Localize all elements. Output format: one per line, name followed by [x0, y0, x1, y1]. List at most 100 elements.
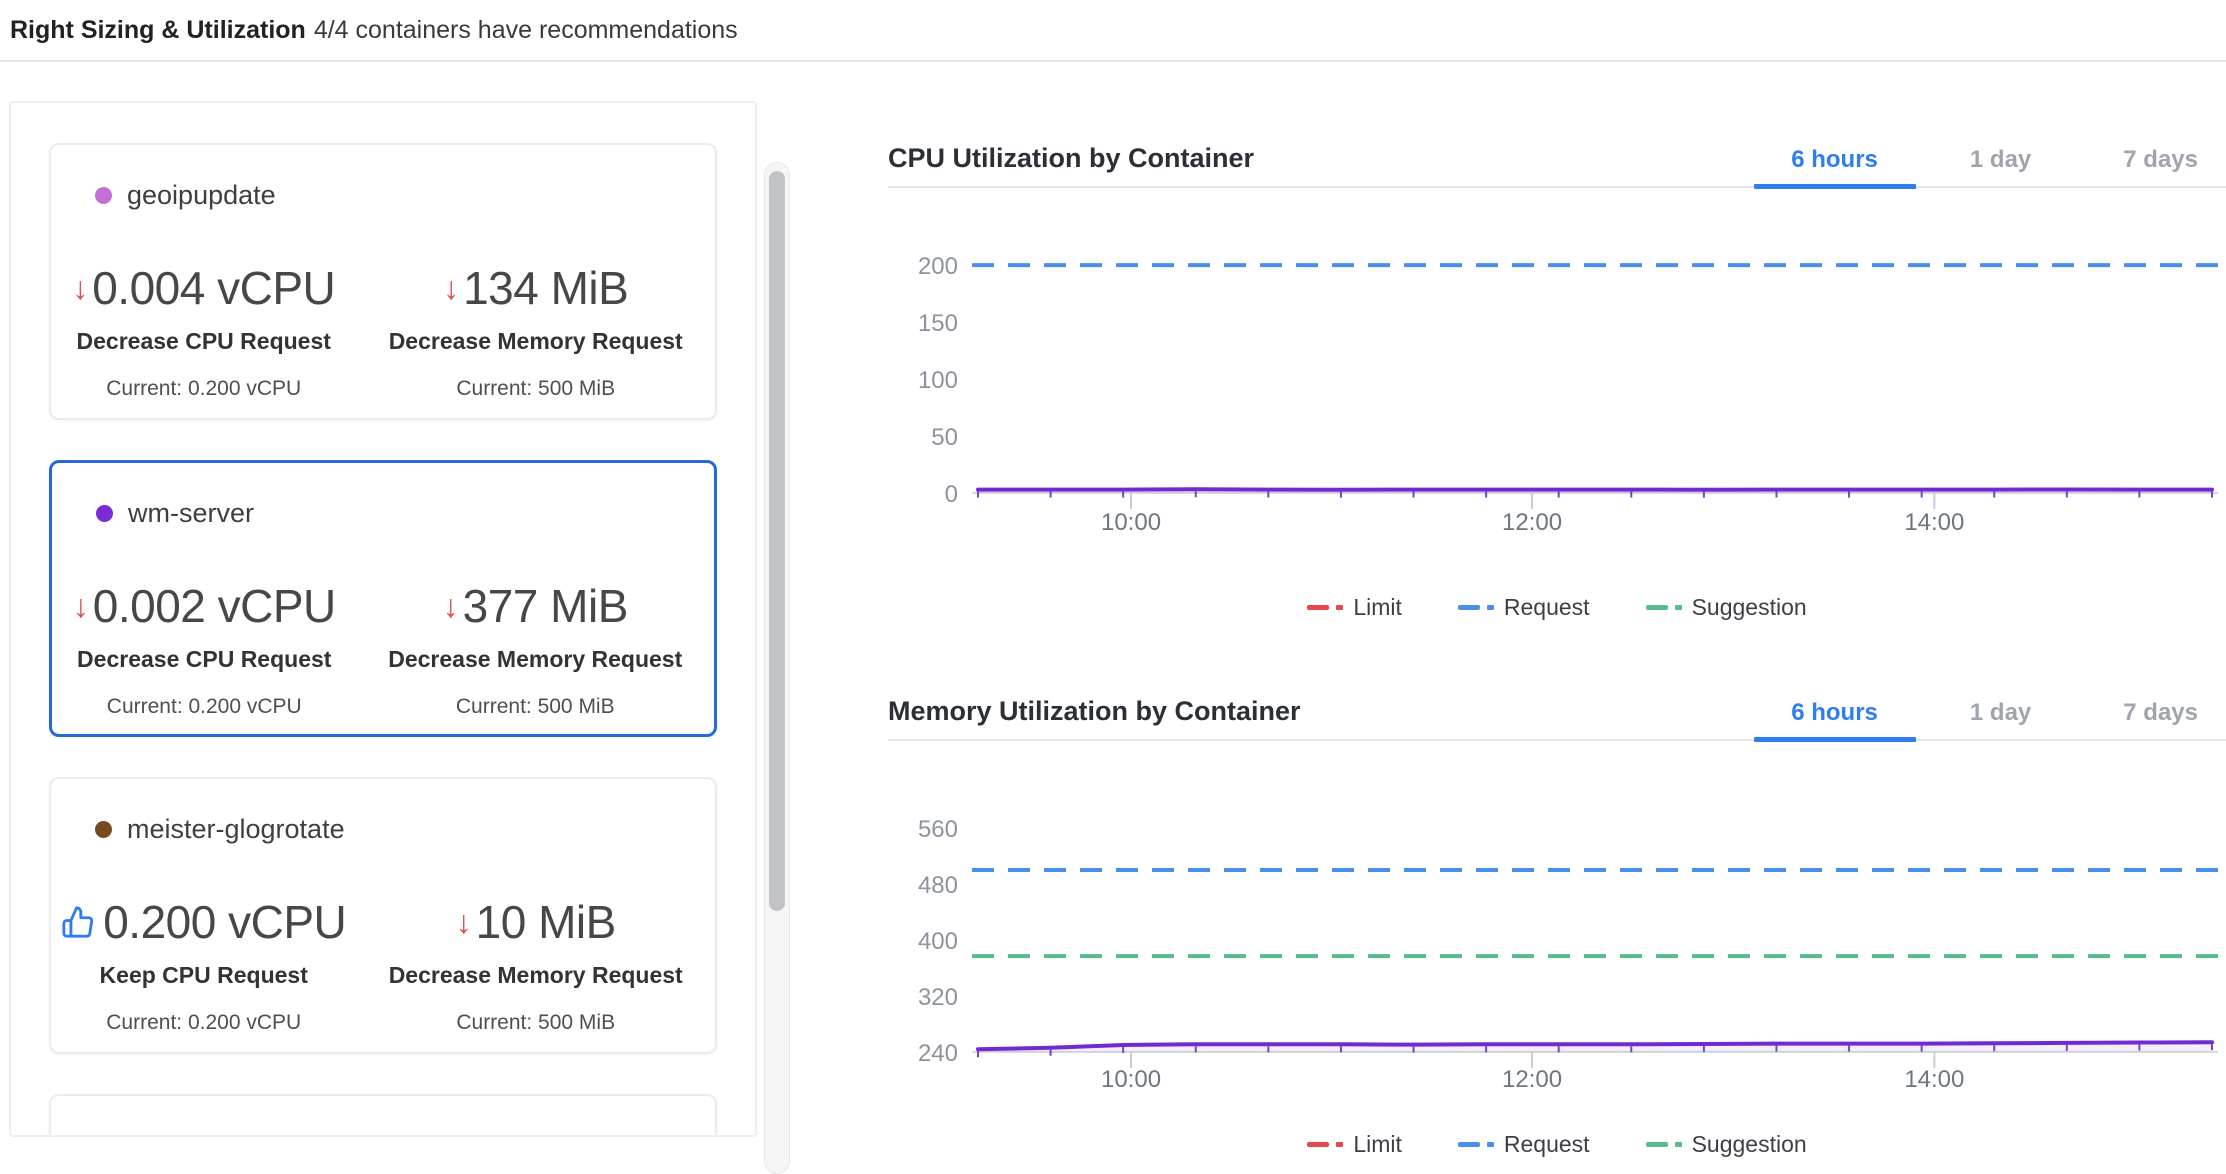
container-card-wm-server[interactable]: wm-server ↓ 0.002 vCPU Decrease CPU Requ… [49, 460, 717, 737]
container-name: meister-glogrotate [127, 814, 345, 845]
legend-dash-icon [1646, 605, 1668, 610]
legend-dot-icon [1487, 1142, 1494, 1147]
legend-label: Limit [1353, 594, 1402, 621]
cpu-chart-canvas[interactable]: 05010015020010:0012:0014:00 [888, 203, 2226, 583]
legend-label: Suggestion [1692, 594, 1807, 621]
legend-item-request[interactable]: Request [1458, 594, 1590, 621]
cpu-current-value: Current: 0.200 vCPU [51, 1011, 356, 1035]
svg-text:400: 400 [918, 928, 958, 955]
legend-dot-icon [1487, 605, 1494, 610]
svg-text:100: 100 [918, 367, 958, 394]
container-color-dot [96, 505, 113, 522]
memory-chart-section: Memory Utilization by Container 6 hours … [888, 667, 2226, 1162]
memory-action-label: Decrease Memory Request [357, 646, 714, 673]
legend-dash-icon [1307, 1142, 1329, 1147]
legend-dash-icon [1458, 605, 1480, 610]
container-name: wm-server [128, 498, 254, 529]
container-list-column: geoipupdate ↓ 0.004 vCPU Decrease CPU Re… [0, 62, 790, 1137]
down-arrow-icon: ↓ [73, 590, 89, 622]
cpu-recommendation: 0.200 vCPU Keep CPU Request Current: 0.2… [51, 890, 356, 1035]
cpu-current-value: Current: 0.200 vCPU [52, 695, 357, 719]
memory-recommended-value: 134 MiB [463, 261, 628, 315]
svg-text:320: 320 [918, 984, 958, 1011]
legend-item-limit[interactable]: Limit [1307, 594, 1402, 621]
metrics-row: ↓ 0.004 vCPU Decrease CPU Request Curren… [51, 256, 715, 401]
memory-recommended-value: 377 MiB [463, 579, 628, 633]
legend-item-suggestion[interactable]: Suggestion [1646, 594, 1807, 621]
cpu-chart-legend: Limit Request Suggestion [888, 589, 2226, 625]
container-card-meister-glogrotate[interactable]: meister-glogrotate 0.200 vCPU Keep CPU R… [49, 777, 717, 1054]
card-name-row: meister-glogrotate [51, 779, 715, 846]
container-list-scrollbar-thumb[interactable] [769, 171, 785, 911]
container-color-dot [95, 821, 112, 838]
down-arrow-icon: ↓ [72, 272, 88, 304]
legend-item-request[interactable]: Request [1458, 1131, 1590, 1158]
cpu-recommendation: ↓ 0.002 vCPU Decrease CPU Request Curren… [52, 574, 357, 719]
legend-dash-icon [1458, 1142, 1480, 1147]
page-header: Right Sizing & Utilization 4/4 container… [0, 0, 2226, 62]
tab-1-day[interactable]: 1 day [1970, 146, 2031, 174]
legend-dot-icon [1336, 605, 1343, 610]
container-card-partial[interactable] [49, 1094, 717, 1137]
container-list-panel: geoipupdate ↓ 0.004 vCPU Decrease CPU Re… [9, 101, 757, 1137]
memory-chart-title: Memory Utilization by Container [888, 696, 1301, 727]
tab-6-hours[interactable]: 6 hours [1791, 699, 1878, 727]
legend-dot-icon [1675, 1142, 1682, 1147]
tab-7-days[interactable]: 7 days [2123, 699, 2198, 727]
legend-item-limit[interactable]: Limit [1307, 1131, 1402, 1158]
svg-text:50: 50 [931, 424, 958, 451]
svg-text:10:00: 10:00 [1101, 1066, 1161, 1093]
memory-current-value: Current: 500 MiB [357, 695, 714, 719]
legend-dash-icon [1646, 1142, 1668, 1147]
memory-chart-header: Memory Utilization by Container 6 hours … [888, 667, 2226, 741]
cpu-time-range-tabs: 6 hours 1 day 7 days [1699, 146, 2226, 174]
svg-text:560: 560 [918, 816, 958, 843]
legend-label: Limit [1353, 1131, 1402, 1158]
cpu-recommendation: ↓ 0.004 vCPU Decrease CPU Request Curren… [51, 256, 356, 401]
svg-text:14:00: 14:00 [1904, 1066, 1964, 1093]
main-content: geoipupdate ↓ 0.004 vCPU Decrease CPU Re… [0, 62, 2226, 1162]
memory-action-label: Decrease Memory Request [356, 328, 715, 355]
legend-dot-icon [1336, 1142, 1343, 1147]
memory-action-label: Decrease Memory Request [356, 962, 715, 989]
cpu-recommended-value: 0.200 vCPU [103, 895, 346, 949]
memory-recommendation: ↓ 134 MiB Decrease Memory Request Curren… [356, 256, 715, 401]
svg-text:12:00: 12:00 [1502, 1066, 1562, 1093]
svg-text:14:00: 14:00 [1904, 509, 1964, 536]
card-name-row: geoipupdate [51, 145, 715, 212]
memory-current-value: Current: 500 MiB [356, 1011, 715, 1035]
svg-text:10:00: 10:00 [1101, 509, 1161, 536]
metrics-row: ↓ 0.002 vCPU Decrease CPU Request Curren… [52, 574, 714, 719]
tab-1-day[interactable]: 1 day [1970, 699, 2031, 727]
cpu-current-value: Current: 0.200 vCPU [51, 377, 356, 401]
memory-recommended-value: 10 MiB [476, 895, 616, 949]
cpu-recommended-value: 0.002 vCPU [93, 579, 336, 633]
down-arrow-icon: ↓ [443, 272, 459, 304]
legend-item-suggestion[interactable]: Suggestion [1646, 1131, 1807, 1158]
legend-label: Suggestion [1692, 1131, 1807, 1158]
charts-column: CPU Utilization by Container 6 hours 1 d… [888, 62, 2226, 1162]
down-arrow-icon: ↓ [456, 906, 472, 938]
legend-label: Request [1504, 594, 1590, 621]
memory-recommendation: ↓ 10 MiB Decrease Memory Request Current… [356, 890, 715, 1035]
cpu-action-label: Decrease CPU Request [52, 646, 357, 673]
legend-label: Request [1504, 1131, 1590, 1158]
cpu-chart-header: CPU Utilization by Container 6 hours 1 d… [888, 114, 2226, 188]
svg-text:150: 150 [918, 310, 958, 337]
metrics-row: 0.200 vCPU Keep CPU Request Current: 0.2… [51, 890, 715, 1035]
memory-chart-legend: Limit Request Suggestion [888, 1126, 2226, 1162]
thumbs-up-icon [61, 905, 95, 939]
card-name-row: wm-server [52, 463, 714, 530]
container-color-dot [95, 187, 112, 204]
svg-text:240: 240 [918, 1040, 958, 1067]
cpu-action-label: Decrease CPU Request [51, 328, 356, 355]
container-card-geoipupdate[interactable]: geoipupdate ↓ 0.004 vCPU Decrease CPU Re… [49, 143, 717, 420]
memory-recommendation: ↓ 377 MiB Decrease Memory Request Curren… [357, 574, 714, 719]
svg-text:12:00: 12:00 [1502, 509, 1562, 536]
legend-dot-icon [1675, 605, 1682, 610]
container-list-scrollbar-track[interactable] [764, 162, 790, 1174]
memory-chart-canvas[interactable]: 24032040048056010:0012:0014:00 [888, 755, 2226, 1120]
tab-6-hours[interactable]: 6 hours [1791, 146, 1878, 174]
page-subtitle: 4/4 containers have recommendations [314, 16, 738, 45]
tab-7-days[interactable]: 7 days [2123, 146, 2198, 174]
